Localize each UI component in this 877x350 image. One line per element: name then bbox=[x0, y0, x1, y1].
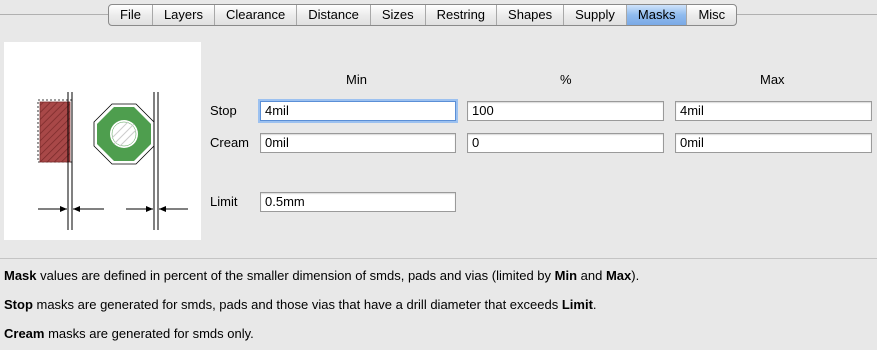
cream-label: Cream bbox=[210, 135, 250, 150]
tab-restring[interactable]: Restring bbox=[424, 5, 496, 25]
description-line-mask: Mask values are defined in percent of th… bbox=[4, 268, 640, 283]
description-line-stop: Stop masks are generated for smds, pads … bbox=[4, 297, 597, 312]
stop-min-input[interactable]: 4mil bbox=[260, 101, 456, 121]
stop-max-input[interactable]: 4mil bbox=[675, 101, 872, 121]
tab-sizes[interactable]: Sizes bbox=[369, 5, 425, 25]
limit-label: Limit bbox=[210, 194, 238, 209]
cream-max-input[interactable]: 0mil bbox=[675, 133, 872, 153]
stop-label: Stop bbox=[210, 103, 237, 118]
tab-masks[interactable]: Masks bbox=[625, 5, 687, 25]
tab-layers[interactable]: Layers bbox=[151, 5, 214, 25]
tab-bar: File Layers Clearance Distance Sizes Res… bbox=[108, 4, 738, 26]
tab-file[interactable]: File bbox=[109, 5, 152, 25]
tab-misc[interactable]: Misc bbox=[686, 5, 736, 25]
mask-preview-image bbox=[4, 42, 201, 240]
limit-input[interactable]: 0.5mm bbox=[260, 192, 456, 212]
stop-percent-input[interactable]: 100 bbox=[467, 101, 664, 121]
tab-clearance[interactable]: Clearance bbox=[213, 5, 296, 25]
column-header-max: Max bbox=[760, 72, 785, 87]
dimension-arrows-icon bbox=[38, 206, 104, 212]
cream-percent-input[interactable]: 0 bbox=[467, 133, 664, 153]
octagon-pad-icon bbox=[93, 103, 155, 165]
tab-supply[interactable]: Supply bbox=[563, 5, 626, 25]
column-header-percent: % bbox=[560, 72, 572, 87]
cream-min-input[interactable]: 0mil bbox=[260, 133, 456, 153]
smd-pad-icon bbox=[37, 99, 73, 163]
separator bbox=[0, 258, 877, 259]
tab-distance[interactable]: Distance bbox=[296, 5, 370, 25]
column-header-min: Min bbox=[346, 72, 367, 87]
tab-shapes[interactable]: Shapes bbox=[496, 5, 563, 25]
dimension-arrows-icon bbox=[126, 206, 188, 212]
description-line-cream: Cream masks are generated for smds only. bbox=[4, 326, 254, 341]
